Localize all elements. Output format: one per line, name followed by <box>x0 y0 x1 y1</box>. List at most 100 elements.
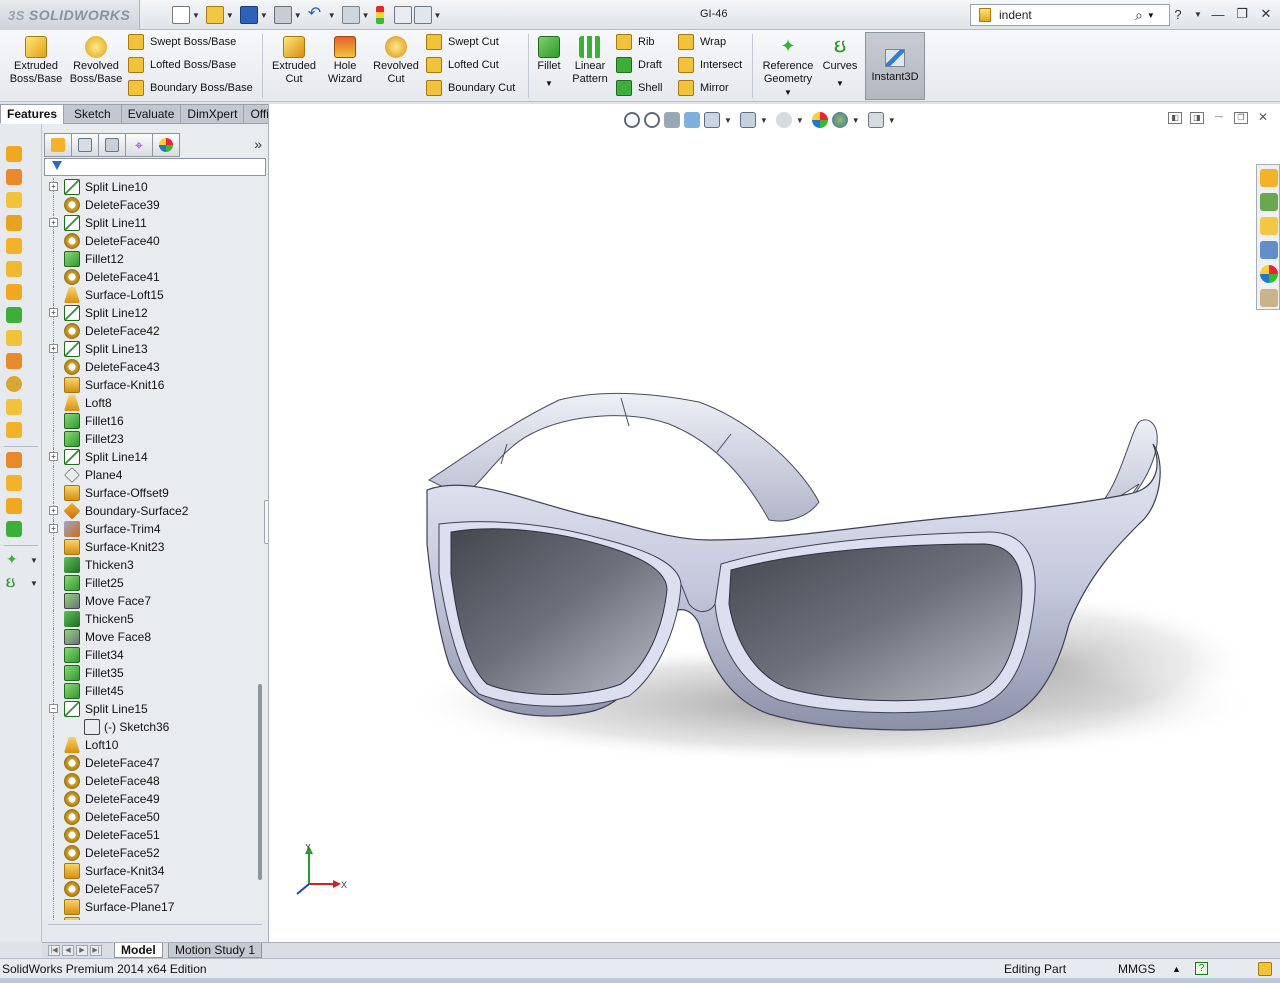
rebuild-icon[interactable] <box>375 6 384 24</box>
solidworks-resources-icon[interactable] <box>1260 169 1278 187</box>
feature-tree-item[interactable]: Fillet34 <box>42 646 260 664</box>
feature-tree-item[interactable]: Surface-Knit34 <box>42 862 260 880</box>
rebuild-status-icon[interactable] <box>1258 962 1272 976</box>
feature-tree-item[interactable]: DeleteFace50 <box>42 808 260 826</box>
hole-wizard-button[interactable]: Hole Wizard <box>322 36 368 86</box>
knit-shortcut-icon[interactable] <box>6 422 22 438</box>
expand-panel-icon[interactable]: » <box>254 136 262 152</box>
feature-tree-item[interactable]: DeleteFace48 <box>42 772 260 790</box>
tab-features[interactable]: Features <box>0 104 65 124</box>
open-dropdown-icon[interactable]: ▼ <box>226 11 234 20</box>
expand-toggle-icon[interactable]: + <box>49 182 58 191</box>
help-status-icon[interactable]: ? <box>1195 962 1208 975</box>
extruded-cut-button[interactable]: Extruded Cut <box>268 36 320 86</box>
select-pointer-icon[interactable] <box>341 6 360 24</box>
expand-toggle-icon[interactable]: + <box>49 218 58 227</box>
thicken-shortcut-icon[interactable] <box>6 307 22 323</box>
tab-motion-study-1[interactable]: Motion Study 1 <box>168 943 263 958</box>
prev-tab-icon[interactable]: ◀ <box>62 945 74 956</box>
lofted-cut-button[interactable]: Lofted Cut <box>426 55 499 75</box>
curves-dropdown-icon[interactable]: ▼ <box>836 77 844 90</box>
feature-tree-item[interactable]: Plane4 <box>42 466 260 484</box>
feature-tree-item[interactable]: + Boundary-Surface2 <box>42 502 260 520</box>
feature-tree-item[interactable]: Move Face7 <box>42 592 260 610</box>
linear-pattern-button[interactable]: Linear Pattern <box>568 36 612 86</box>
solidworks-logo[interactable]: 3S SOLIDWORKS <box>0 0 140 30</box>
fillet-shortcut-icon[interactable] <box>6 521 22 537</box>
feature-tree-item[interactable]: Surface-Knit16 <box>42 376 260 394</box>
expand-toggle-icon[interactable]: + <box>49 506 58 515</box>
curves-shortcut-dropdown-icon[interactable]: ▼ <box>30 579 38 588</box>
feature-tree-item[interactable]: Fillet25 <box>42 574 260 592</box>
instant3d-button[interactable]: Instant3D <box>865 32 925 100</box>
feature-tree-item[interactable]: Loft8 <box>42 394 260 412</box>
extend-shortcut-icon[interactable] <box>6 475 22 491</box>
tab-sketch[interactable]: Sketch <box>63 104 122 124</box>
feature-tree-item[interactable]: Fillet23 <box>42 430 260 448</box>
minimize-icon[interactable]: — <box>1210 7 1226 22</box>
new-document-icon[interactable] <box>172 6 190 24</box>
feature-tree-item[interactable]: Fillet35 <box>42 664 260 682</box>
help-dropdown-icon[interactable]: ▼ <box>1194 10 1202 19</box>
reference-geometry-shortcut-icon[interactable]: ✦ <box>6 551 22 567</box>
reference-geometry-dropdown-icon[interactable]: ▼ <box>784 86 792 99</box>
feature-tree-item[interactable]: Surface-Knit23 <box>42 538 260 556</box>
ruled-surface-shortcut-icon[interactable] <box>6 353 22 369</box>
untrim-shortcut-icon[interactable] <box>6 498 22 514</box>
last-tab-icon[interactable]: ▶| <box>90 945 102 956</box>
curves-shortcut-icon[interactable]: ઇ <box>6 574 22 590</box>
reference-geometry-button[interactable]: ✦ Reference Geometry ▼ <box>758 36 818 99</box>
extrude-shortcut-icon[interactable] <box>6 146 22 162</box>
loft-shortcut-icon[interactable] <box>6 215 22 231</box>
offset-surface-shortcut-icon[interactable] <box>6 330 22 346</box>
draft-button[interactable]: Draft <box>616 55 662 75</box>
undo-icon[interactable]: ↶ <box>308 6 326 24</box>
feature-tree-item[interactable]: Fillet12 <box>42 250 260 268</box>
print-icon[interactable] <box>273 6 292 24</box>
feature-tree-item[interactable]: DeleteFace43 <box>42 358 260 376</box>
print-dropdown-icon[interactable]: ▼ <box>294 11 302 20</box>
feature-tree-item[interactable]: + Split Line11 <box>42 214 260 232</box>
tab-dimxpert[interactable]: DimXpert <box>180 104 245 124</box>
feature-tree-item[interactable]: Fillet45 <box>42 682 260 700</box>
restore-icon[interactable]: ❐ <box>1234 6 1250 22</box>
revolve-shortcut-icon[interactable] <box>6 169 22 185</box>
feature-tree-item[interactable]: + Surface-Trim4 <box>42 520 260 538</box>
close-icon[interactable]: ✕ <box>1258 6 1274 22</box>
search-input[interactable] <box>999 8 1129 22</box>
feature-tree-item[interactable]: + Split Line13 <box>42 340 260 358</box>
expand-toggle-icon[interactable]: + <box>49 344 58 353</box>
feature-tree-item[interactable]: + Split Line12 <box>42 304 260 322</box>
feature-tree-item[interactable]: DeleteFace51 <box>42 826 260 844</box>
expand-toggle-icon[interactable]: + <box>49 524 58 533</box>
lofted-boss-base-button[interactable]: Lofted Boss/Base <box>128 55 236 75</box>
feature-tree-item[interactable]: DeleteFace42 <box>42 322 260 340</box>
swept-boss-base-button[interactable]: Swept Boss/Base <box>128 32 236 52</box>
search-dropdown-icon[interactable]: ▼ <box>1147 11 1155 20</box>
feature-tree-item[interactable]: DeleteFace41 <box>42 268 260 286</box>
feature-tree-item[interactable]: Move Face8 <box>42 628 260 646</box>
tab-feature-tree[interactable] <box>44 133 72 157</box>
collapse-toggle-icon[interactable]: − <box>49 704 58 713</box>
box-shortcut-icon[interactable] <box>6 399 22 415</box>
tab-display-manager[interactable] <box>152 133 180 157</box>
expand-toggle-icon[interactable]: + <box>49 308 58 317</box>
design-library-icon[interactable] <box>1260 193 1278 211</box>
mirror-button[interactable]: Mirror <box>678 78 729 98</box>
unit-system-dropdown-icon[interactable]: ▲ <box>1172 964 1181 974</box>
file-properties-icon[interactable] <box>393 6 412 24</box>
first-tab-icon[interactable]: |◀ <box>48 945 60 956</box>
save-dropdown-icon[interactable]: ▼ <box>260 11 268 20</box>
help-icon[interactable]: ? <box>1170 7 1186 22</box>
feature-tree-scrollbar[interactable] <box>258 684 262 880</box>
extruded-boss-base-button[interactable]: Extruded Boss/Base <box>10 36 62 86</box>
undo-dropdown-icon[interactable]: ▼ <box>328 11 336 20</box>
feature-tree-item[interactable]: − Split Line15 <box>42 700 260 718</box>
tab-dimxpert-manager[interactable]: ⌖ <box>125 133 153 157</box>
options-dropdown-icon[interactable]: ▼ <box>434 11 442 20</box>
feature-tree-item[interactable]: Thicken3 <box>42 556 260 574</box>
swept-cut-button[interactable]: Swept Cut <box>426 32 499 52</box>
unit-system-text[interactable]: MMGS <box>1118 962 1155 976</box>
feature-tree-item[interactable]: Fillet16 <box>42 412 260 430</box>
fillet-button[interactable]: Fillet ▼ <box>534 36 564 90</box>
